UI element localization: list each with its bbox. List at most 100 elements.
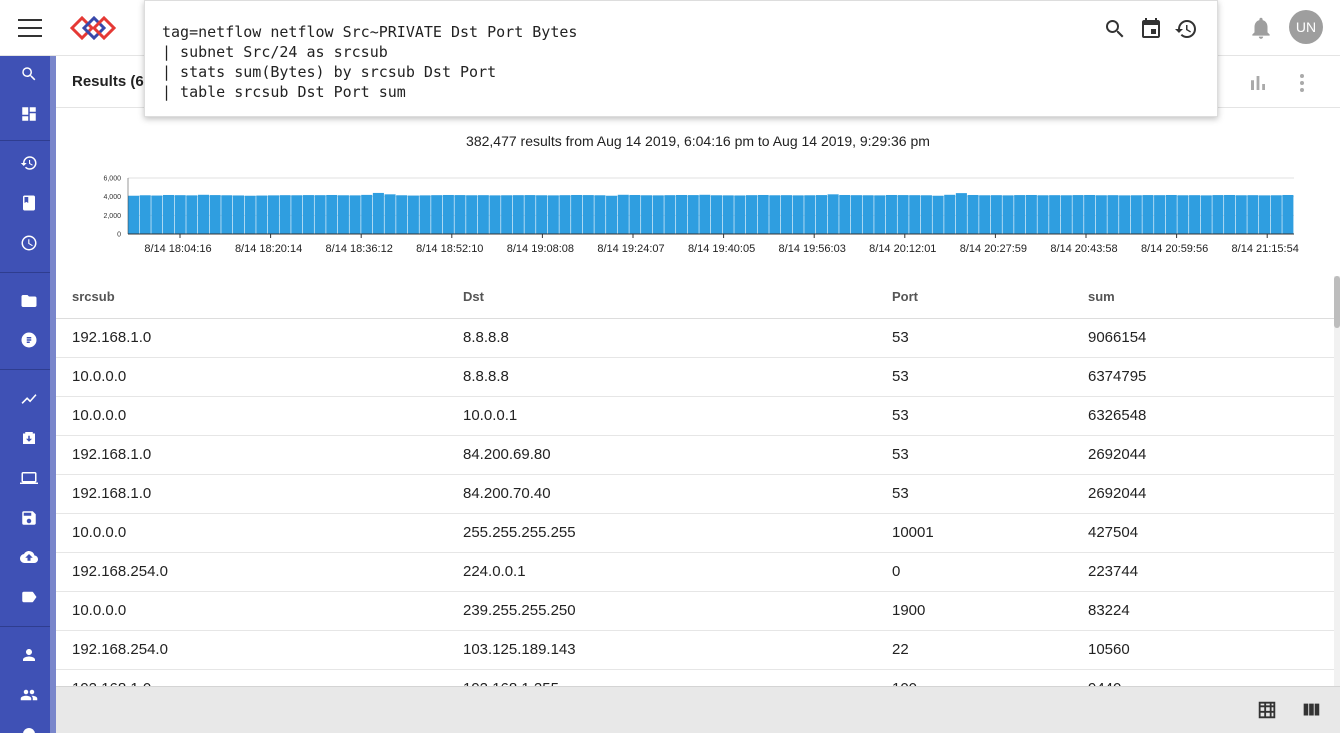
chart-bar (722, 195, 734, 234)
trend-icon[interactable] (17, 387, 41, 411)
chart-bar (827, 194, 839, 234)
scrollbar-thumb[interactable] (1334, 276, 1340, 328)
query-text[interactable]: tag=netflow netflow Src~PRIVATE Dst Port… (162, 22, 577, 102)
chart-bar (699, 194, 711, 234)
archive-icon[interactable] (17, 426, 41, 450)
query-line: tag=netflow netflow Src~PRIVATE Dst Port… (162, 23, 578, 41)
chart-bar (279, 195, 291, 234)
table-row[interactable]: 10.0.0.0 255.255.255.255 10001 427504 (56, 513, 1334, 553)
chart-bar (804, 195, 816, 234)
chart-bar (780, 195, 793, 234)
group-icon[interactable] (17, 683, 41, 707)
table-row[interactable]: 192.168.1.0 8.8.8.8 53 9066154 (56, 318, 1334, 358)
chart-bar (1282, 194, 1294, 234)
column-view-icon[interactable] (1300, 699, 1322, 721)
chart-bar (745, 195, 758, 234)
extractors-icon[interactable] (17, 328, 41, 352)
chart-x-tick-label: 8/14 20:59:56 (1141, 243, 1208, 255)
chart-bar (384, 194, 396, 234)
chart-bar (617, 194, 629, 234)
column-header-srcsub[interactable]: srcsub (56, 276, 447, 319)
table-cell-sum: 6374795 (1072, 357, 1334, 397)
table-cell-sum: 427504 (1072, 513, 1334, 553)
chart-bar (594, 195, 606, 234)
notifications-icon[interactable] (1248, 14, 1274, 42)
chart-bar (1002, 195, 1014, 234)
table-cell-dst: 8.8.8.8 (447, 357, 876, 397)
folder-icon[interactable] (17, 289, 41, 313)
chart-bar (209, 195, 221, 234)
chart-bar (454, 195, 466, 234)
chart-bar (466, 195, 478, 234)
table-scrollbar[interactable] (1334, 276, 1340, 686)
column-header-port[interactable]: Port (876, 276, 1072, 319)
table-row[interactable]: 192.168.1.0192.168.1.2551009440 (56, 669, 1334, 686)
table-cell-srcsub: 192.168.1.0 (56, 435, 447, 475)
table-cell-sum: 2692044 (1072, 474, 1334, 514)
table-cell-sum: 223744 (1072, 552, 1334, 592)
chart-bar (221, 195, 233, 234)
table-cell-port: 10001 (876, 513, 1072, 553)
table-cell-dst: 255.255.255.255 (447, 513, 876, 553)
save-icon[interactable] (17, 506, 41, 530)
chart-bar (571, 194, 583, 234)
chart-bar (128, 195, 140, 234)
timeline-chart[interactable]: 6,000 4,000 2,000 0 8/14 18:04:16 8/14 18:20:… (56, 170, 1340, 260)
table-row[interactable]: 10.0.0.0 239.255.255.250 1900 83224 (56, 591, 1334, 631)
chart-bar (1154, 195, 1166, 234)
table-view-icon[interactable] (1256, 699, 1278, 721)
library-icon[interactable] (17, 191, 41, 215)
chart-bar (1270, 195, 1282, 234)
chart-bar (1014, 195, 1026, 234)
column-header-dst[interactable]: Dst (447, 276, 876, 319)
more-vert-icon[interactable] (1290, 71, 1314, 95)
column-header-sum[interactable]: sum (1072, 276, 1334, 319)
chart-bar (1142, 195, 1154, 234)
table-cell-srcsub: 192.168.1.0 (56, 669, 447, 686)
table-row[interactable]: 192.168.254.0 103.125.189.143 22 10560 (56, 630, 1334, 670)
history-icon[interactable] (1174, 17, 1198, 41)
history-icon[interactable] (17, 151, 41, 175)
table-cell-dst: 192.168.1.255 (447, 669, 876, 686)
table-row[interactable]: 192.168.1.0 84.200.69.80 53 2692044 (56, 435, 1334, 475)
chart-bar (1107, 195, 1119, 234)
table-cell-srcsub: 10.0.0.0 (56, 357, 447, 397)
chart-y-tick-label: 2,000 (103, 213, 121, 220)
table-row[interactable]: 10.0.0.0 10.0.0.1 53 6326548 (56, 396, 1334, 436)
chart-bar (1189, 195, 1201, 234)
label-icon[interactable] (17, 585, 41, 609)
chart-icon[interactable] (1246, 71, 1270, 95)
menu-icon[interactable] (18, 19, 42, 37)
calendar-icon[interactable] (1139, 17, 1163, 41)
person-icon[interactable] (17, 643, 41, 667)
chart-bar (885, 194, 897, 234)
table-cell-dst: 84.200.70.40 (447, 474, 876, 514)
query-line: | subnet Src/24 as srcsub (162, 43, 388, 61)
chart-bar (244, 195, 256, 234)
chart-bar (1084, 194, 1096, 234)
results-title: Results (62 (72, 73, 153, 90)
search-icon[interactable] (17, 62, 41, 86)
laptop-icon[interactable] (17, 466, 41, 490)
chart-bar (1200, 195, 1212, 234)
chart-x-tick-label: 8/14 21:15:54 (1232, 243, 1299, 255)
table-cell-port: 53 (876, 435, 1072, 475)
chart-bar (1247, 195, 1259, 234)
clock-icon[interactable] (17, 231, 41, 255)
chart-bar (1212, 195, 1224, 234)
table-row[interactable]: 192.168.1.0 84.200.70.40 53 2692044 (56, 474, 1334, 514)
chart-x-tick-label: 8/14 19:08:08 (507, 243, 574, 255)
chart-bar (407, 195, 419, 234)
dashboard-icon[interactable] (17, 102, 41, 126)
more-nav-icon[interactable] (17, 722, 41, 733)
search-icon[interactable] (1103, 17, 1127, 41)
table-cell-dst: 84.200.69.80 (447, 435, 876, 475)
table-row[interactable]: 192.168.254.0 224.0.0.1 0 223744 (56, 552, 1334, 592)
cloud-upload-icon[interactable] (17, 545, 41, 569)
chart-bar (1224, 194, 1236, 234)
query-editor[interactable]: tag=netflow netflow Src~PRIVATE Dst Port… (144, 0, 1218, 117)
table-cell-srcsub: 192.168.1.0 (56, 474, 447, 514)
user-avatar[interactable]: UN (1289, 10, 1323, 44)
table-cell-sum: 83224 (1072, 591, 1334, 631)
table-row[interactable]: 10.0.0.0 8.8.8.8 53 6374795 (56, 357, 1334, 397)
